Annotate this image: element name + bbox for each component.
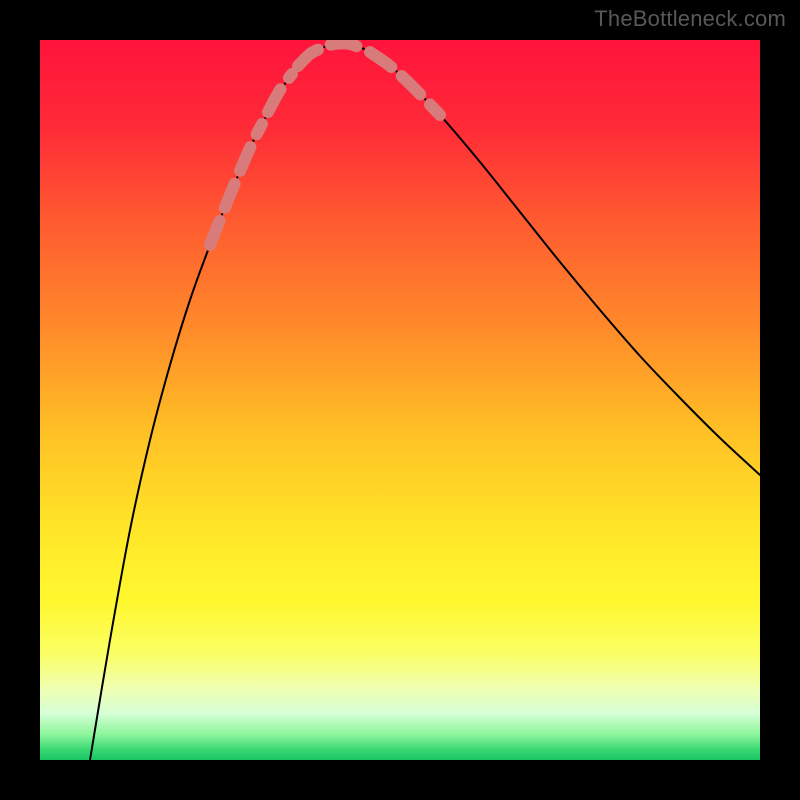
chart-frame: TheBottleneck.com bbox=[0, 0, 800, 800]
highlight-segment bbox=[268, 74, 292, 112]
highlight-segment bbox=[370, 52, 440, 115]
attribution-text: TheBottleneck.com bbox=[594, 6, 786, 32]
highlight-segment bbox=[210, 124, 262, 245]
highlight-segment bbox=[298, 43, 362, 66]
bottleneck-curve bbox=[90, 43, 760, 760]
plot-area bbox=[40, 40, 760, 760]
highlight-segments bbox=[210, 43, 440, 245]
curve-layer bbox=[40, 40, 760, 760]
